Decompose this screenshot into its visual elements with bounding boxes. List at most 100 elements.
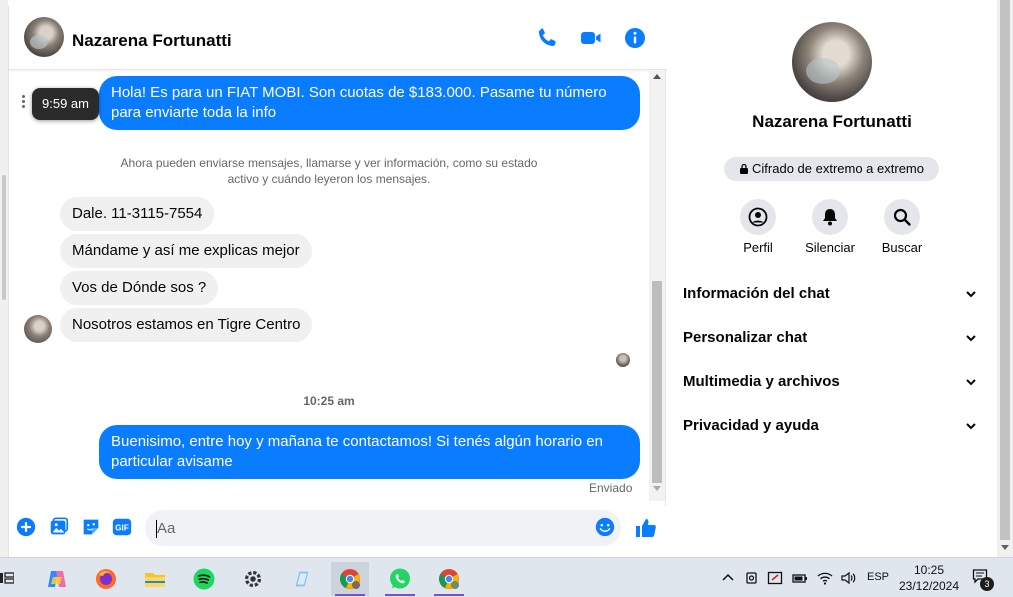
like-icon[interactable] (634, 516, 658, 540)
whatsapp-icon (390, 568, 410, 589)
incoming-message[interactable]: Dale. 11-3115-7554 (60, 197, 215, 231)
section-chat-info-label: Información del chat (683, 285, 830, 302)
settings-app[interactable] (234, 562, 272, 596)
chevron-down-icon (966, 335, 976, 342)
volume-icon[interactable] (840, 570, 856, 586)
settings-icon (244, 570, 262, 588)
gif-icon[interactable]: GIF (111, 516, 133, 538)
phone-call-icon[interactable] (535, 26, 559, 50)
spotify-app[interactable] (185, 562, 223, 596)
chevron-up-icon[interactable] (720, 570, 736, 586)
scroll-down-arrow-icon[interactable] (653, 486, 661, 491)
add-icon[interactable] (15, 516, 37, 538)
incoming-message[interactable]: Vos de Dónde sos ? (60, 271, 219, 305)
message-scroll-thumb[interactable] (652, 281, 662, 483)
chrome-icon (340, 569, 360, 589)
page-scrollbar[interactable] (997, 0, 1013, 557)
encryption-badge[interactable]: Cifrado de extremo a extremo (724, 157, 939, 181)
chat-header: Nazarena Fortunatti (9, 6, 667, 70)
sticker-icon[interactable] (80, 516, 102, 538)
firefox-icon (96, 569, 116, 589)
section-chat-info[interactable]: Información del chat (683, 274, 981, 314)
contact-name[interactable]: Nazarena Fortunatti (72, 31, 232, 51)
search-label: Buscar (881, 240, 923, 255)
screen: Nazarena Fortunatti Hola! Es para un FIA… (0, 0, 1013, 597)
windows-taskbar: ESP 10:25 23/12/2024 3 (0, 557, 1013, 597)
chrome-app[interactable] (331, 562, 369, 596)
mute-button[interactable] (812, 199, 848, 235)
message-status: Enviado (589, 481, 633, 495)
scroll-up-arrow-icon[interactable] (653, 74, 661, 79)
language-indicator[interactable]: ESP (867, 571, 889, 583)
message-time-tooltip: 9:59 am (32, 88, 99, 120)
chrome-app[interactable] (430, 562, 468, 596)
text-caret (156, 520, 157, 538)
search-action[interactable]: Buscar (872, 199, 932, 255)
mute-label: Silenciar (805, 240, 855, 255)
message-list[interactable]: Hola! Es para un FIAT MOBI. Son cuotas d… (9, 71, 667, 501)
video-call-icon[interactable] (579, 26, 603, 50)
spotify-icon (193, 568, 215, 590)
meet-now-icon[interactable] (744, 570, 760, 586)
copilot-app[interactable] (38, 562, 76, 596)
copilot-icon (48, 571, 66, 587)
mute-action[interactable]: Silenciar (800, 199, 860, 255)
screenshot-tool-icon[interactable] (767, 570, 783, 586)
image-attach-icon[interactable] (48, 516, 70, 538)
message-timestamp: 10:25 am (303, 394, 355, 408)
clock-date: 23/12/2024 (898, 579, 960, 593)
left-page-scrollbar[interactable] (0, 0, 8, 557)
chevron-down-icon (966, 291, 976, 298)
message-input[interactable] (145, 510, 621, 546)
section-media-files[interactable]: Multimedia y archivos (683, 362, 981, 402)
incoming-message[interactable]: Nosotros estamos en Tigre Centro (60, 308, 313, 342)
whatsapp-app[interactable] (381, 562, 419, 596)
section-media-label: Multimedia y archivos (683, 373, 840, 390)
page-scroll-thumb[interactable] (1000, 0, 1010, 540)
section-customize-chat[interactable]: Personalizar chat (683, 318, 981, 358)
encryption-label: Cifrado de extremo a extremo (752, 161, 924, 176)
chrome-icon (439, 569, 459, 589)
sender-avatar[interactable] (24, 315, 52, 343)
info-icon[interactable] (623, 26, 647, 50)
wifi-icon[interactable] (817, 570, 833, 586)
section-customize-label: Personalizar chat (683, 329, 808, 346)
clock-time: 10:25 (913, 563, 945, 577)
notes-app[interactable] (283, 562, 321, 596)
read-receipt-avatar (616, 353, 630, 367)
outgoing-message[interactable]: Hola! Es para un FIAT MOBI. Son cuotas d… (99, 76, 640, 130)
profile-icon (748, 207, 768, 227)
lock-icon (740, 163, 749, 174)
system-clock[interactable]: 10:25 23/12/2024 (890, 562, 968, 594)
contact-avatar[interactable] (24, 17, 64, 57)
composer: GIF (9, 506, 667, 557)
file-explorer-icon (145, 573, 165, 587)
chat-pane: Nazarena Fortunatti Hola! Es para un FIA… (8, 6, 667, 557)
task-view-icon[interactable] (0, 571, 14, 585)
chevron-down-icon (966, 423, 976, 430)
battery-icon[interactable] (792, 570, 808, 586)
file-explorer-app[interactable] (136, 562, 174, 596)
svg-text:GIF: GIF (115, 524, 129, 533)
bell-icon (823, 209, 837, 226)
firefox-app[interactable] (87, 562, 125, 596)
profile-button[interactable] (740, 199, 776, 235)
outgoing-message[interactable]: Buenisimo, entre hoy y mañana te contact… (99, 425, 640, 479)
emoji-icon[interactable] (594, 516, 616, 538)
incoming-message[interactable]: Mándame y así me explicas mejor (60, 234, 312, 268)
page-scroll-down-icon[interactable] (1001, 545, 1009, 550)
section-privacy-help[interactable]: Privacidad y ayuda (683, 406, 981, 446)
search-icon (893, 208, 911, 226)
section-privacy-label: Privacidad y ayuda (683, 417, 819, 434)
panel-contact-name: Nazarena Fortunatti (752, 112, 912, 131)
conversation-details-panel: Nazarena Fortunatti Cifrado de extremo a… (667, 6, 997, 557)
notes-icon (295, 571, 309, 587)
search-button[interactable] (884, 199, 920, 235)
system-note: Ahora pueden enviarse mensajes, llamarse… (120, 156, 538, 186)
message-options-icon[interactable] (22, 95, 26, 111)
profile-action[interactable]: Perfil (728, 199, 788, 255)
notification-count-badge: 3 (980, 577, 994, 591)
panel-avatar[interactable] (792, 22, 872, 102)
left-scroll-thumb[interactable] (2, 175, 6, 300)
profile-label: Perfil (743, 240, 773, 255)
